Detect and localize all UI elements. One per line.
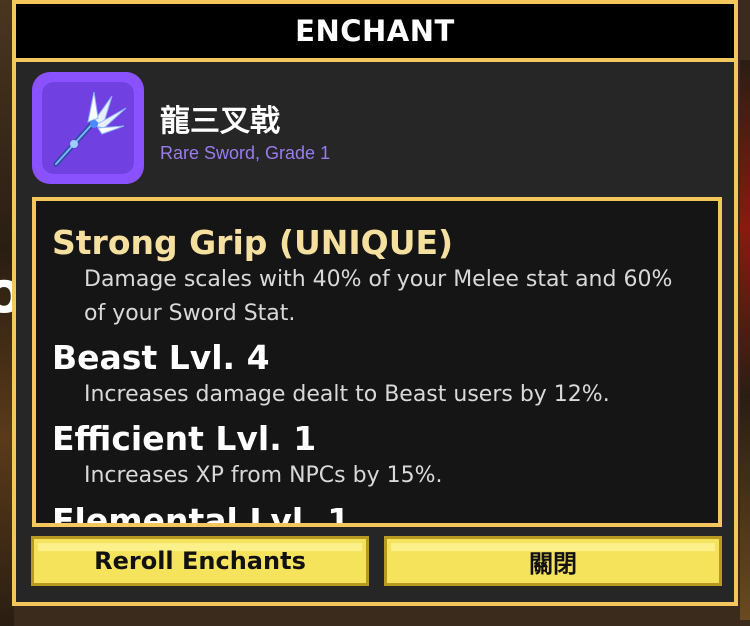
enchant-entry: Elemental Lvl. 1 — [52, 501, 351, 527]
trident-icon — [53, 91, 127, 167]
panel-title: ENCHANT — [295, 14, 455, 48]
item-name: 龍三叉戟 — [160, 104, 280, 139]
enchant-title: Beast Lvl. 4 — [52, 338, 270, 377]
enchant-entry: Efficient Lvl. 1 Increases XP from NPCs … — [52, 419, 696, 493]
enchant-description: Damage scales with 40% of your Melee sta… — [84, 267, 673, 326]
close-button[interactable]: 關閉 — [384, 536, 722, 586]
title-bar: ENCHANT — [12, 0, 738, 62]
item-rarity-grade: Rare Sword, Grade 1 — [160, 143, 331, 163]
enchant-title: Efficient Lvl. 1 — [52, 419, 317, 458]
enchant-title: Elemental Lvl. 1 — [52, 501, 351, 527]
item-icon-background — [42, 82, 134, 174]
enchant-entry: Beast Lvl. 4 Increases damage dealt to B… — [52, 338, 696, 412]
close-label: 關閉 — [529, 549, 577, 578]
enchant-description: Increases XP from NPCs by 15%. — [84, 463, 443, 488]
enchant-title: Strong Grip (UNIQUE) — [52, 223, 454, 262]
reroll-enchants-label: Reroll Enchants — [94, 547, 306, 575]
enchant-entry: Strong Grip (UNIQUE) Damage scales with … — [52, 223, 696, 331]
enchant-description: Increases damage dealt to Beast users by… — [84, 382, 610, 407]
reroll-enchants-button[interactable]: Reroll Enchants — [31, 536, 369, 586]
background-scene-right — [740, 60, 750, 620]
enchant-list[interactable]: Strong Grip (UNIQUE) Damage scales with … — [32, 197, 722, 527]
item-icon-frame — [32, 72, 144, 184]
